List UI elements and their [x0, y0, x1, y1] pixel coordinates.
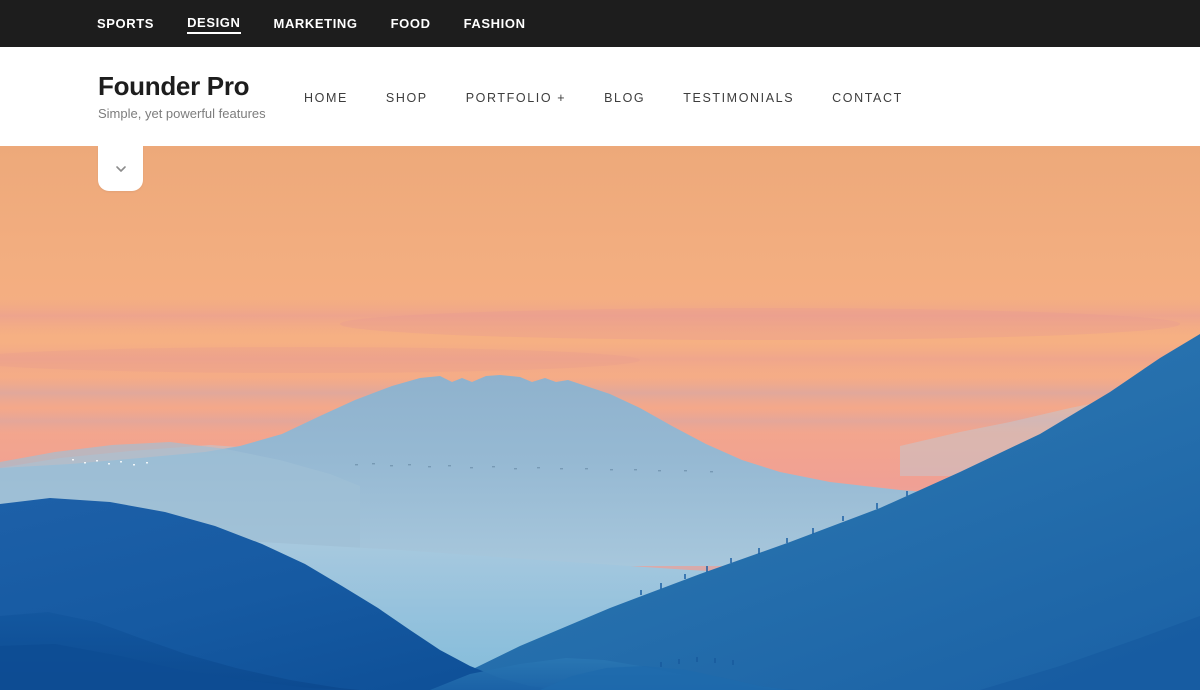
- nav-item-shop[interactable]: SHOP: [386, 90, 428, 106]
- brand-block[interactable]: Founder Pro Simple, yet powerful feature…: [98, 71, 304, 122]
- site-tagline: Simple, yet powerful features: [98, 106, 266, 121]
- topbar-item-food[interactable]: FOOD: [391, 15, 431, 33]
- main-navigation: HOME SHOP PORTFOLIO + BLOG TESTIMONIALS …: [304, 88, 903, 106]
- nav-item-blog[interactable]: BLOG: [604, 90, 645, 106]
- hero-landscape-image: [0, 146, 1200, 690]
- nav-item-home[interactable]: HOME: [304, 90, 348, 106]
- hero-banner: [0, 146, 1200, 690]
- topbar-item-design[interactable]: DESIGN: [187, 14, 241, 34]
- site-header: Founder Pro Simple, yet powerful feature…: [0, 47, 1200, 146]
- chevron-down-icon: [115, 165, 126, 172]
- nav-item-contact[interactable]: CONTACT: [832, 90, 903, 106]
- nav-item-portfolio[interactable]: PORTFOLIO +: [466, 90, 566, 106]
- topbar-item-sports[interactable]: SPORTS: [97, 15, 154, 33]
- topbar-item-fashion[interactable]: FASHION: [464, 15, 526, 33]
- nav-item-testimonials[interactable]: TESTIMONIALS: [683, 90, 794, 106]
- hero-collapse-tab[interactable]: [98, 146, 143, 191]
- top-category-bar: SPORTS DESIGN MARKETING FOOD FASHION: [0, 0, 1200, 47]
- topbar-item-marketing[interactable]: MARKETING: [274, 15, 358, 33]
- site-title: Founder Pro: [98, 71, 250, 101]
